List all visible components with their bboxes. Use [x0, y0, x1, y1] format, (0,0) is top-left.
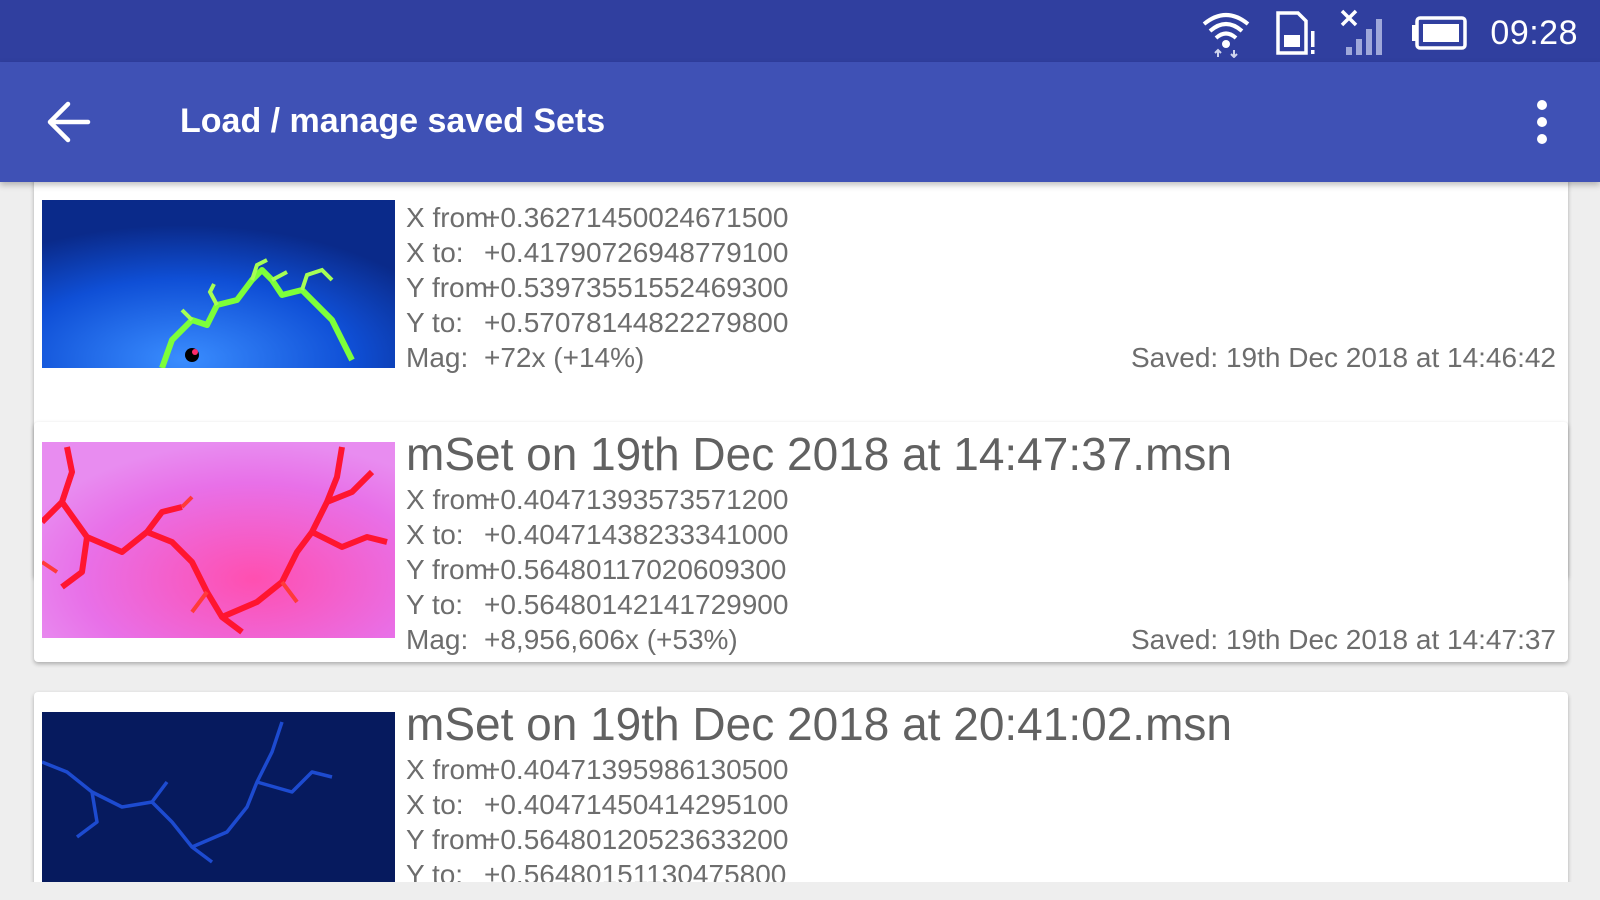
x-from-row: X from:+0.40471395986130500	[406, 754, 789, 785]
mag-value: +8,956,606x (+53%)	[484, 624, 738, 655]
saved-set-info: X from:+0.36271450024671500 X to: +0.4179…	[406, 200, 1556, 375]
saved-sets-list[interactable]: X from:+0.36271450024671500 X to: +0.4179…	[0, 182, 1600, 882]
y-from-row: Y from:+0.56480117020609300	[406, 554, 787, 585]
saved-set-info: mSet on 19th Dec 2018 at 14:47:37.msn X …	[406, 426, 1556, 657]
y-from-row: Y from:+0.56480120523633200	[406, 824, 789, 855]
saved-set-card[interactable]: mSet on 19th Dec 2018 at 14:47:37.msn X …	[34, 422, 1568, 662]
x-to-row: X to: +0.40471450414295100	[406, 789, 789, 820]
no-signal-icon	[1340, 9, 1388, 57]
fractal-thumbnail	[42, 200, 395, 368]
x-from-row: X from:+0.40471393573571200	[406, 484, 789, 515]
x-to-value: +0.41790726948779100	[484, 237, 789, 268]
y-from-row: Y from:+0.53973551552469300	[406, 272, 789, 303]
clock: 09:28	[1490, 13, 1578, 52]
y-to-value: +0.56480151130475800	[484, 859, 787, 882]
y-to-value: +0.57078144822279800	[484, 307, 789, 338]
saved-set-filename: mSet on 19th Dec 2018 at 20:41:02.msn	[406, 698, 1232, 750]
fractal-thumbnail	[42, 712, 395, 882]
y-from-value: +0.56480120523633200	[484, 824, 789, 855]
x-from-value: +0.36271450024671500	[484, 202, 789, 233]
saved-set-info: mSet on 19th Dec 2018 at 20:41:02.msn X …	[406, 696, 1556, 882]
mag-value: +72x (+14%)	[484, 342, 645, 373]
saved-set-card[interactable]: mSet on 19th Dec 2018 at 20:41:02.msn X …	[34, 692, 1568, 882]
y-from-value: +0.56480117020609300	[484, 554, 787, 585]
overflow-menu-button[interactable]	[1522, 92, 1562, 152]
x-to-value: +0.40471438233341000	[484, 519, 789, 550]
sd-card-icon	[1274, 9, 1318, 57]
x-to-row: X to: +0.40471438233341000	[406, 519, 789, 550]
saved-timestamp: Saved: 19th Dec 2018 at 14:46:42	[1131, 342, 1556, 373]
y-to-row: Y to: +0.57078144822279800	[406, 307, 789, 338]
x-from-row: X from:+0.36271450024671500	[406, 202, 789, 233]
more-vert-icon	[1537, 100, 1547, 144]
mag-row: Mag: +72x (+14%) Saved: 19th Dec 2018 at …	[406, 342, 1556, 373]
page-title: Load / manage saved Sets	[180, 102, 606, 140]
x-to-value: +0.40471450414295100	[484, 789, 789, 820]
status-bar: 09:28	[0, 0, 1600, 62]
x-to-row: X to: +0.41790726948779100	[406, 237, 789, 268]
y-from-value: +0.53973551552469300	[484, 272, 789, 303]
battery-icon	[1410, 16, 1468, 50]
saved-set-filename: mSet on 19th Dec 2018 at 14:47:37.msn	[406, 428, 1232, 480]
y-to-value: +0.56480142141729900	[484, 589, 789, 620]
fractal-thumbnail	[42, 442, 395, 638]
back-button[interactable]	[40, 94, 96, 150]
mag-row: Mag: +8,956,606x (+53%) Saved: 19th Dec 2…	[406, 624, 1556, 655]
app-bar: Load / manage saved Sets	[0, 62, 1600, 182]
x-from-value: +0.40471395986130500	[484, 754, 789, 785]
arrow-left-icon	[47, 101, 91, 143]
saved-timestamp: Saved: 19th Dec 2018 at 14:47:37	[1131, 624, 1556, 655]
wifi-icon	[1200, 8, 1252, 58]
y-to-row: Y to: +0.56480142141729900	[406, 589, 789, 620]
x-from-value: +0.40471393573571200	[484, 484, 789, 515]
bottom-edge	[0, 882, 1600, 900]
y-to-row: Y to: +0.56480151130475800	[406, 857, 1556, 882]
